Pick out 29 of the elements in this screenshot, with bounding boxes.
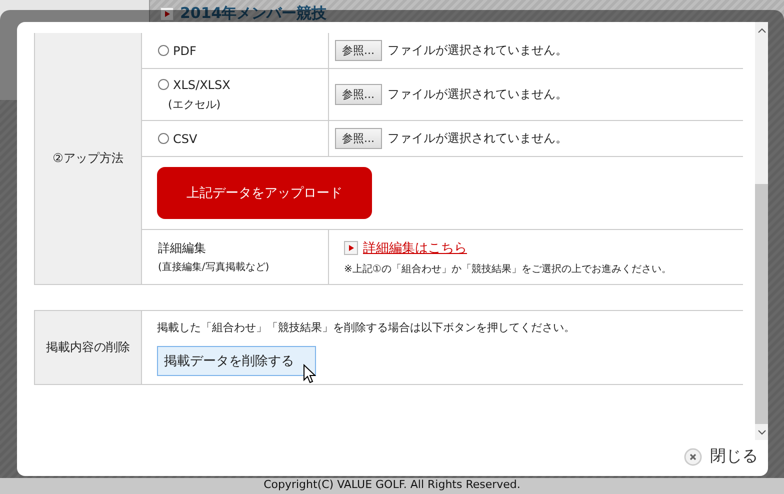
scrollbar[interactable] — [755, 22, 768, 440]
radio-button[interactable] — [158, 133, 169, 144]
file-status: ファイルが選択されていません。 — [388, 86, 568, 103]
browse-button[interactable]: 参照... — [335, 40, 382, 61]
radio-label: XLS/XLSX — [173, 78, 230, 92]
detail-edit-link[interactable]: 詳細編集はこちら — [363, 238, 467, 256]
notice-text: ※上記①の「組合わせ」か「競技結果」をご選択の上でお進みください。 — [344, 262, 672, 276]
cursor-icon — [303, 364, 316, 384]
format-note: (エクセル) — [168, 96, 222, 112]
radio-button[interactable] — [158, 45, 169, 56]
file-status: ファイルが選択されていません。 — [388, 42, 568, 59]
detail-label: 詳細編集 — [158, 240, 207, 257]
radio-label: PDF — [173, 44, 196, 58]
file-status: ファイルが選択されていません。 — [388, 130, 568, 147]
close-icon — [684, 448, 702, 466]
browse-button[interactable]: 参照... — [335, 84, 382, 105]
description-text: 掲載した「組合わせ」「競技結果」を削除する場合は以下ボタンを押してください。 — [157, 320, 576, 335]
section-label: ②アップ方法 — [34, 33, 142, 284]
close-button[interactable]: 閉じる — [684, 446, 758, 467]
radio-label: CSV — [173, 132, 198, 146]
copyright-text: Copyright(C) VALUE GOLF. All Rights Reserved. — [0, 478, 784, 494]
delete-button[interactable]: 掲載データを削除する — [157, 346, 316, 376]
play-icon — [344, 240, 358, 254]
radio-button[interactable] — [158, 79, 169, 90]
section-label: 掲載内容の削除 — [34, 310, 142, 384]
detail-sublabel: (直接編集/写真掲載など) — [158, 260, 270, 274]
upload-button[interactable]: 上記データをアップロード — [157, 167, 372, 219]
page-heading: 2014年メンバー競技 — [180, 4, 327, 23]
browse-button[interactable]: 参照... — [335, 128, 382, 149]
